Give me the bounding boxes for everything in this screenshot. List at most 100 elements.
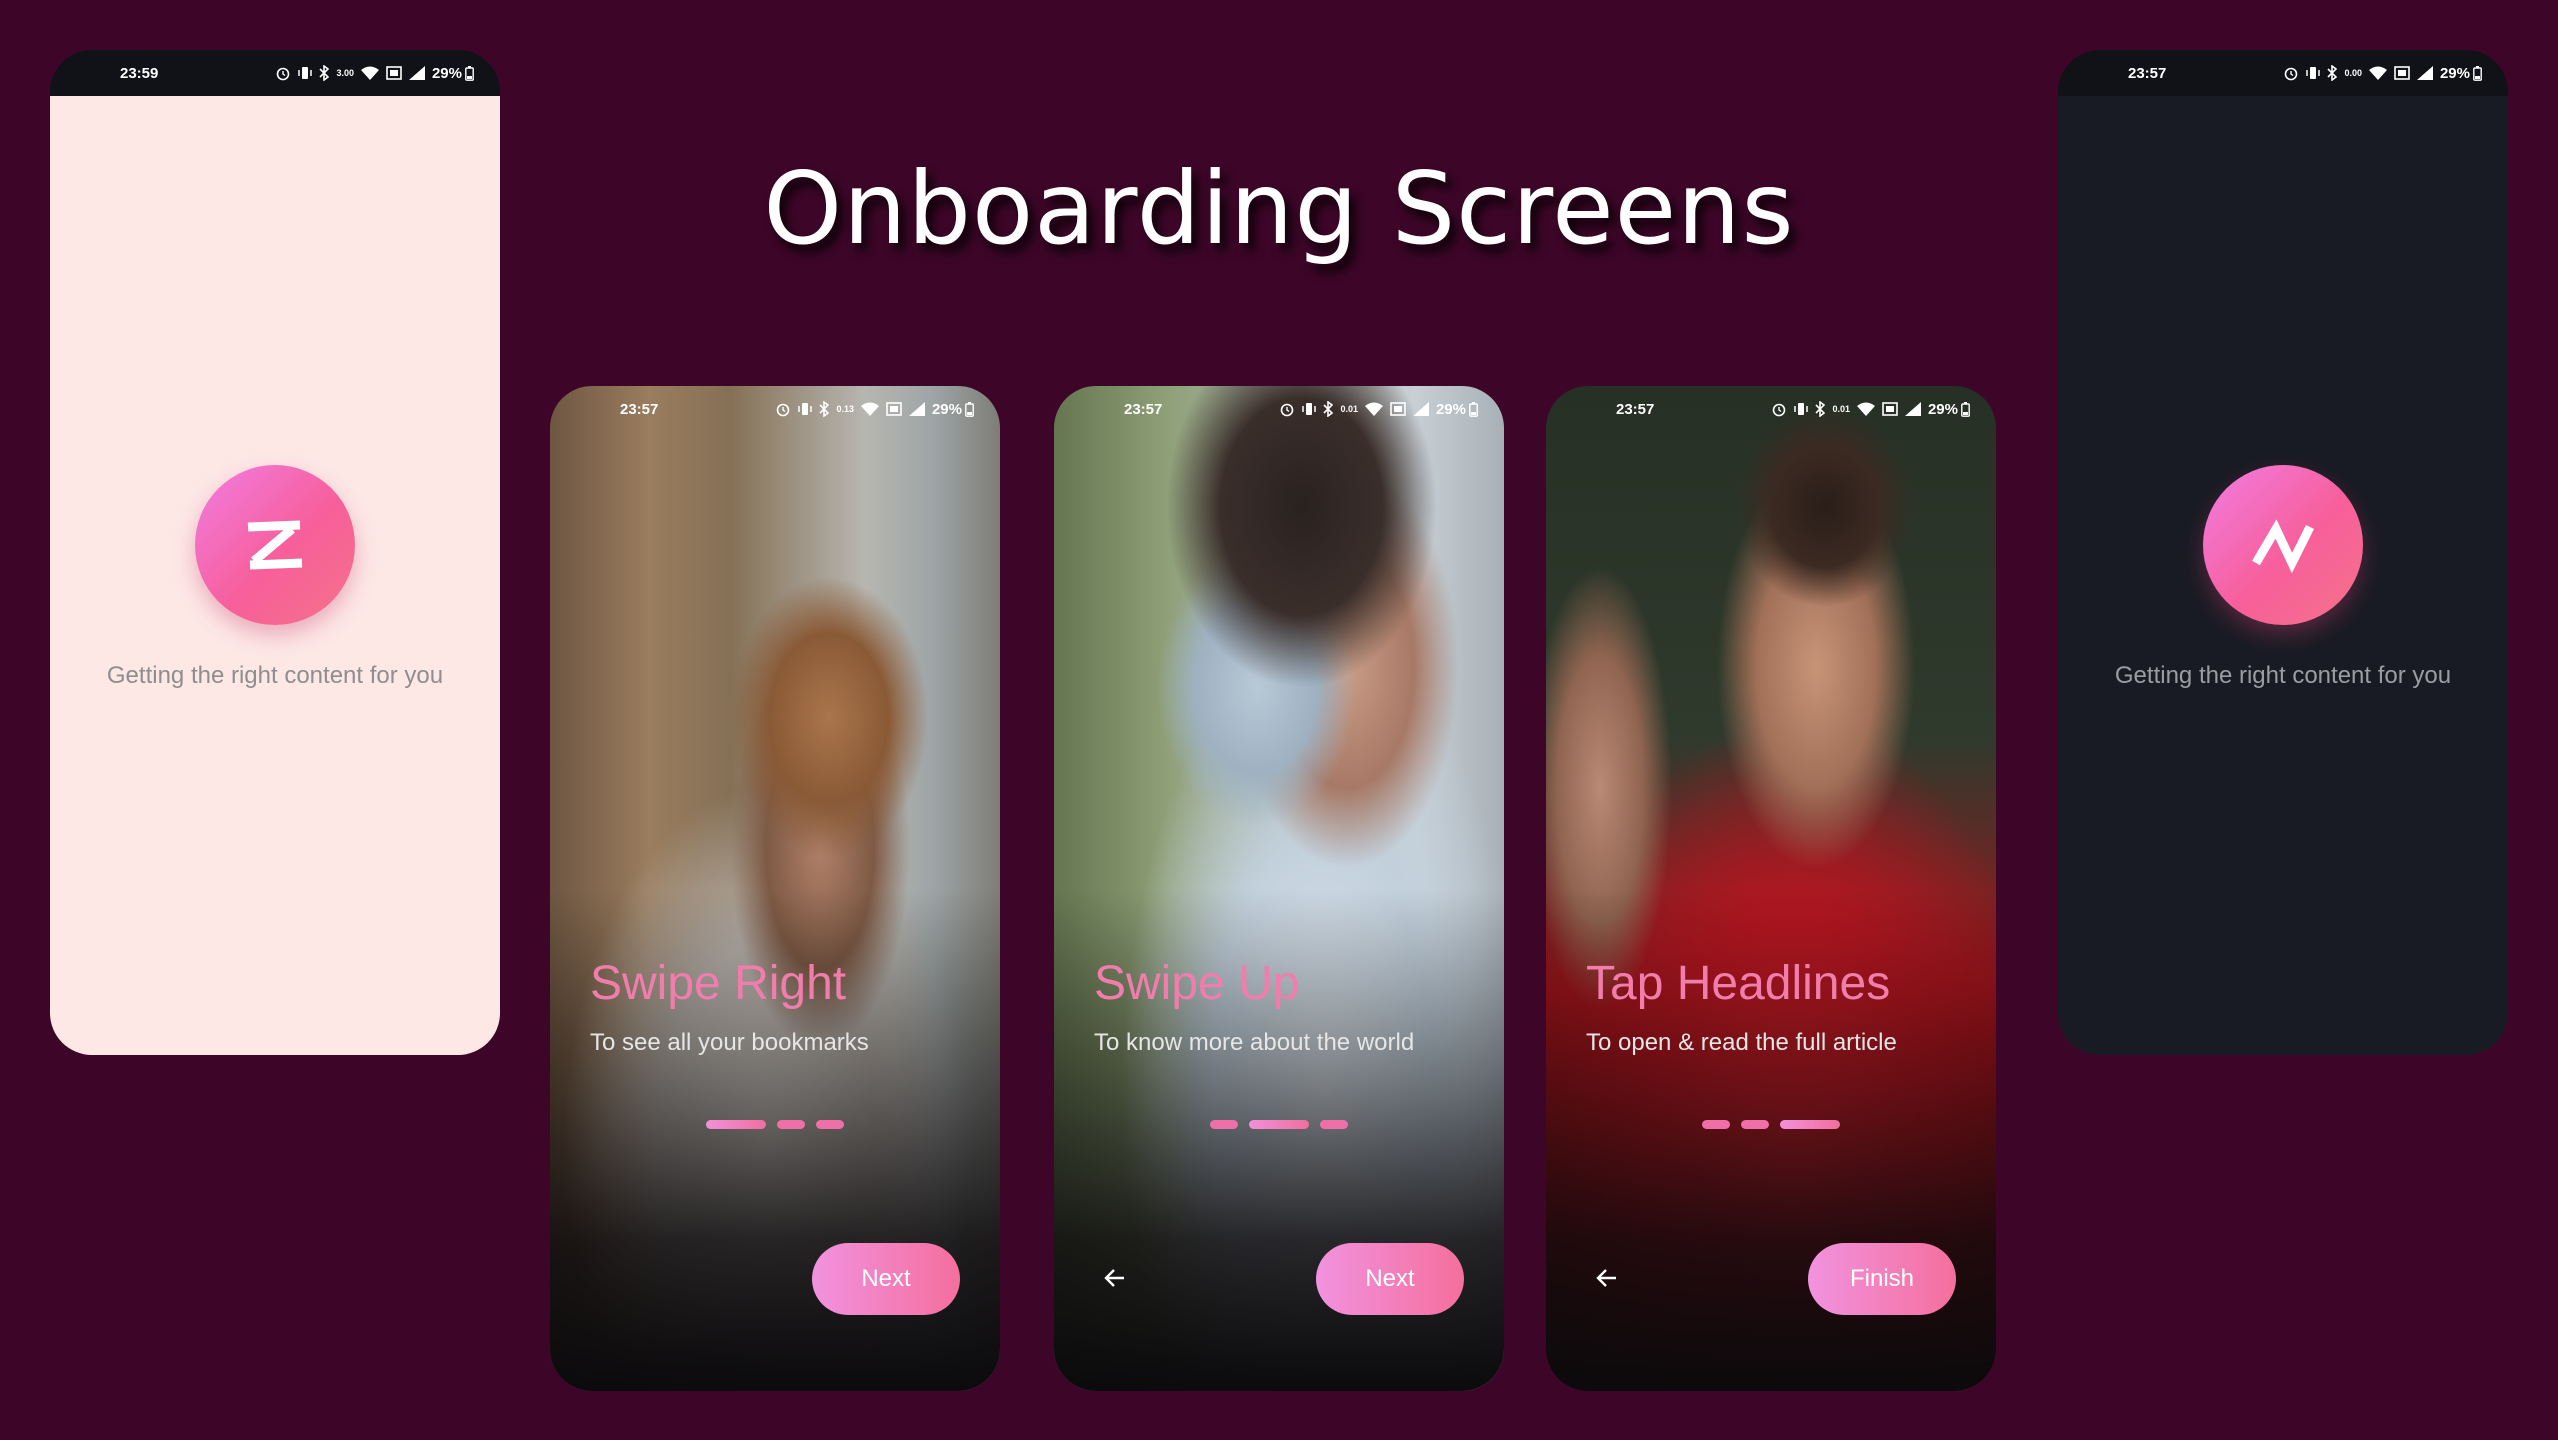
sim-icon xyxy=(386,66,402,80)
wifi-icon xyxy=(860,402,879,416)
wifi-icon xyxy=(360,66,379,80)
battery-level: 29% xyxy=(1435,400,1466,418)
status-bar: 23:57 0.00 29% xyxy=(2058,50,2508,96)
page-dot-2 xyxy=(777,1120,805,1129)
page-dot-2 xyxy=(1741,1120,1769,1129)
bottom-fade xyxy=(550,386,1000,1391)
page-dot-3 xyxy=(1780,1120,1840,1129)
splash-screen-light: 23:59 3.00 29% Getting the right content… xyxy=(50,50,500,1055)
wifi-icon xyxy=(2368,66,2387,80)
battery-icon xyxy=(465,65,474,81)
onboarding-title: Swipe Right xyxy=(590,957,847,1010)
back-button[interactable] xyxy=(1100,1263,1130,1293)
alarm-icon xyxy=(2285,67,2298,81)
splash-screen-dark: 23:57 0.00 29% Getting the right content… xyxy=(2058,50,2508,1055)
status-icons: 0.01 29% xyxy=(1771,401,1970,418)
wifi-icon xyxy=(1856,402,1875,416)
page-dot-1 xyxy=(1702,1120,1730,1129)
status-icons: 3.00 29% xyxy=(275,65,474,82)
battery-level: 29% xyxy=(431,64,462,82)
wifi-icon xyxy=(1364,402,1383,416)
app-logo-icon xyxy=(2252,519,2315,574)
onboarding-subtitle: To see all your bookmarks xyxy=(590,1029,869,1056)
bluetooth-icon xyxy=(2327,65,2338,81)
status-time: 23:57 xyxy=(620,400,659,418)
loading-text: Getting the right content for you xyxy=(106,662,444,689)
next-button[interactable]: Next xyxy=(812,1243,960,1315)
status-time: 23:59 xyxy=(120,64,159,82)
signal-icon xyxy=(908,402,925,416)
bluetooth-icon xyxy=(319,65,330,81)
status-time: 23:57 xyxy=(2128,64,2167,82)
page-indicator xyxy=(1546,1120,1996,1129)
battery-icon xyxy=(1469,401,1478,417)
alarm-icon xyxy=(777,403,790,417)
vibrate-icon xyxy=(2306,67,2321,79)
back-arrow-icon xyxy=(1596,1269,1616,1287)
bluetooth-icon xyxy=(1323,401,1334,417)
status-bar: 23:57 0.01 29% xyxy=(1546,386,1996,432)
loading-text: Getting the right content for you xyxy=(2114,662,2452,689)
page-dot-1 xyxy=(1210,1120,1238,1129)
onboarding-screen-3: 23:57 0.01 29% Tap Headlines To open & r… xyxy=(1546,386,1996,1391)
back-button[interactable] xyxy=(1592,1263,1622,1293)
splash-body: Getting the right content for you xyxy=(2058,96,2508,1055)
status-time: 23:57 xyxy=(1124,400,1163,418)
signal-icon xyxy=(2416,66,2433,80)
onboarding-title: Swipe Up xyxy=(1094,957,1300,1010)
onboarding-screen-1: 23:57 0.13 29% Swipe Right To see all yo… xyxy=(550,386,1000,1391)
sim-icon xyxy=(1390,402,1406,416)
sim-icon xyxy=(2394,66,2410,80)
vibrate-icon xyxy=(1302,403,1317,415)
page-dot-1 xyxy=(706,1120,766,1129)
signal-icon xyxy=(1904,402,1921,416)
net-speed: 0.01 xyxy=(1832,404,1850,414)
battery-level: 29% xyxy=(2439,64,2470,82)
page-indicator xyxy=(550,1120,1000,1129)
battery-icon xyxy=(965,401,974,417)
signal-icon xyxy=(1412,402,1429,416)
onboarding-subtitle: To open & read the full article xyxy=(1586,1029,1897,1056)
page-dot-2 xyxy=(1249,1120,1309,1129)
status-bar: 23:59 3.00 29% xyxy=(50,50,500,96)
onboarding-subtitle: To know more about the world xyxy=(1094,1029,1415,1056)
onboarding-title: Tap Headlines xyxy=(1586,957,1891,1010)
vibrate-icon xyxy=(1794,403,1809,415)
back-arrow-icon xyxy=(1104,1269,1124,1287)
alarm-icon xyxy=(277,67,290,81)
net-speed: 0.13 xyxy=(836,404,854,414)
splash-body: Getting the right content for you xyxy=(50,96,500,1055)
alarm-icon xyxy=(1281,403,1294,417)
app-logo xyxy=(195,465,355,625)
bluetooth-icon xyxy=(1815,401,1826,417)
status-icons: 0.00 29% xyxy=(2283,65,2482,82)
onboarding-screen-2: 23:57 0.01 29% Swipe Up To know more abo… xyxy=(1054,386,1504,1391)
status-bar: 23:57 0.01 29% xyxy=(1054,386,1504,432)
vibrate-icon xyxy=(798,403,813,415)
status-icons: 0.01 29% xyxy=(1279,401,1478,418)
signal-icon xyxy=(408,66,425,80)
bottom-fade xyxy=(1054,386,1504,1391)
net-speed: 3.00 xyxy=(336,68,354,78)
app-logo-icon xyxy=(247,520,303,570)
alarm-icon xyxy=(1773,403,1786,417)
status-icons: 0.13 29% xyxy=(775,401,974,418)
battery-level: 29% xyxy=(931,400,962,418)
battery-icon xyxy=(2473,65,2482,81)
bottom-fade xyxy=(1546,386,1996,1391)
sim-icon xyxy=(886,402,902,416)
page-indicator xyxy=(1054,1120,1504,1129)
status-bar: 23:57 0.13 29% xyxy=(550,386,1000,432)
page-dot-3 xyxy=(816,1120,844,1129)
next-button[interactable]: Next xyxy=(1316,1243,1464,1315)
battery-icon xyxy=(1961,401,1970,417)
net-speed: 0.01 xyxy=(1340,404,1358,414)
net-speed: 0.00 xyxy=(2344,68,2362,78)
app-logo xyxy=(2203,465,2363,625)
finish-button[interactable]: Finish xyxy=(1808,1243,1956,1315)
page-dot-3 xyxy=(1320,1120,1348,1129)
bluetooth-icon xyxy=(819,401,830,417)
sim-icon xyxy=(1882,402,1898,416)
status-time: 23:57 xyxy=(1616,400,1655,418)
battery-level: 29% xyxy=(1927,400,1958,418)
